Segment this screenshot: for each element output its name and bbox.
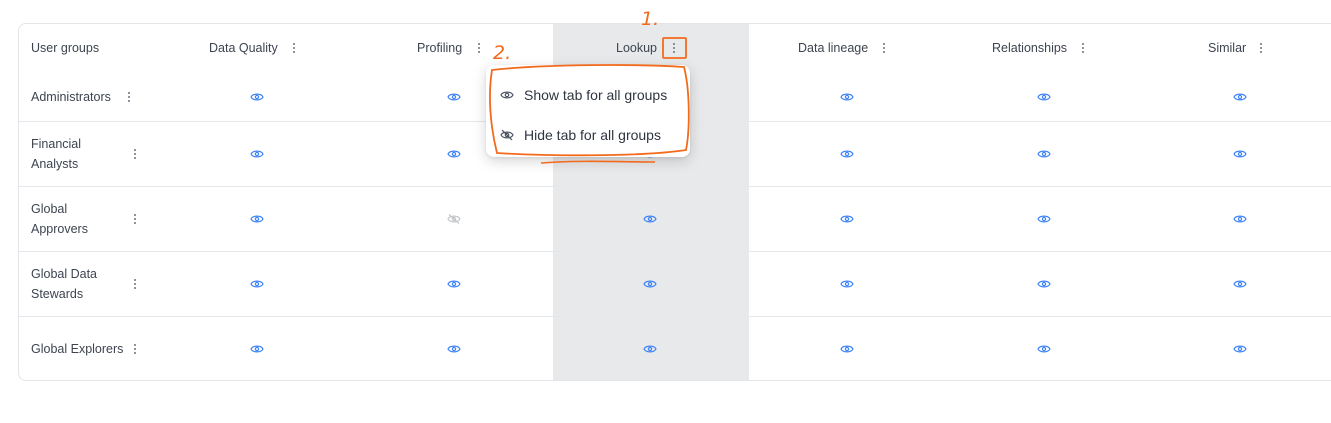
eye-icon[interactable] (1037, 92, 1051, 102)
group-row-menu-icon[interactable] (130, 211, 140, 227)
relationships-column-menu-icon[interactable] (1078, 40, 1088, 56)
profiling-column-menu-icon[interactable] (474, 40, 484, 56)
eye-icon[interactable] (250, 214, 264, 224)
hide-tab-label: Hide tab for all groups (524, 127, 661, 143)
eye-icon[interactable] (643, 344, 657, 354)
eye-icon[interactable] (840, 214, 854, 224)
eye-icon[interactable] (1233, 92, 1247, 102)
eye-icon[interactable] (1233, 214, 1247, 224)
header-user-groups: User groups (31, 41, 100, 55)
eye-icon[interactable] (1037, 149, 1051, 159)
eye-icon[interactable] (840, 279, 854, 289)
header-data-quality: Data Quality (209, 41, 278, 55)
eye-off-icon (500, 129, 514, 141)
group-row-menu-icon[interactable] (124, 89, 134, 105)
header-relationships: Relationships (992, 41, 1068, 55)
group-name: Financial Analysts (31, 137, 82, 171)
header-similar: Similar (1208, 41, 1247, 55)
eye-icon[interactable] (250, 92, 264, 102)
header-lookup: Lookup (616, 41, 658, 55)
eye-icon[interactable] (250, 279, 264, 289)
group-row-menu-icon[interactable] (130, 146, 140, 162)
table-row: Global Approvers (19, 186, 1331, 251)
lookup-column-menu-icon[interactable] (669, 40, 679, 56)
eye-icon[interactable] (250, 344, 264, 354)
eye-icon[interactable] (250, 149, 264, 159)
eye-icon[interactable] (447, 92, 461, 102)
group-name: Administrators (31, 90, 111, 104)
column-options-popup: Show tab for all groups Hide tab for all… (486, 65, 690, 157)
data-quality-column-menu-icon[interactable] (289, 40, 299, 56)
header-profiling: Profiling (417, 41, 463, 55)
table-row: Global Data Stewards (19, 251, 1331, 316)
eye-icon[interactable] (1233, 344, 1247, 354)
eye-icon[interactable] (447, 344, 461, 354)
eye-icon[interactable] (840, 92, 854, 102)
group-name: Global Data Stewards (31, 267, 98, 301)
eye-icon[interactable] (840, 344, 854, 354)
header-data-lineage: Data lineage (798, 41, 869, 55)
group-name: Global Approvers (31, 202, 88, 236)
table-row: Global Explorers (19, 316, 1331, 381)
group-name: Global Explorers (31, 342, 124, 356)
eye-icon (500, 89, 514, 101)
group-row-menu-icon[interactable] (130, 276, 140, 292)
eye-icon[interactable] (447, 149, 461, 159)
eye-icon[interactable] (1037, 214, 1051, 224)
eye-icon[interactable] (1233, 149, 1247, 159)
data-lineage-column-menu-icon[interactable] (879, 40, 889, 56)
similar-column-menu-icon[interactable] (1256, 40, 1266, 56)
eye-icon[interactable] (840, 149, 854, 159)
eye-icon[interactable] (1037, 279, 1051, 289)
eye-icon[interactable] (1233, 279, 1247, 289)
eye-icon[interactable] (1037, 344, 1051, 354)
eye-off-icon[interactable] (447, 214, 461, 224)
show-tab-for-all-groups-option[interactable]: Show tab for all groups (486, 75, 690, 115)
show-tab-label: Show tab for all groups (524, 87, 668, 103)
eye-icon[interactable] (643, 214, 657, 224)
group-row-menu-icon[interactable] (130, 341, 140, 357)
eye-icon[interactable] (643, 279, 657, 289)
hide-tab-for-all-groups-option[interactable]: Hide tab for all groups (486, 115, 690, 155)
eye-icon[interactable] (447, 279, 461, 289)
